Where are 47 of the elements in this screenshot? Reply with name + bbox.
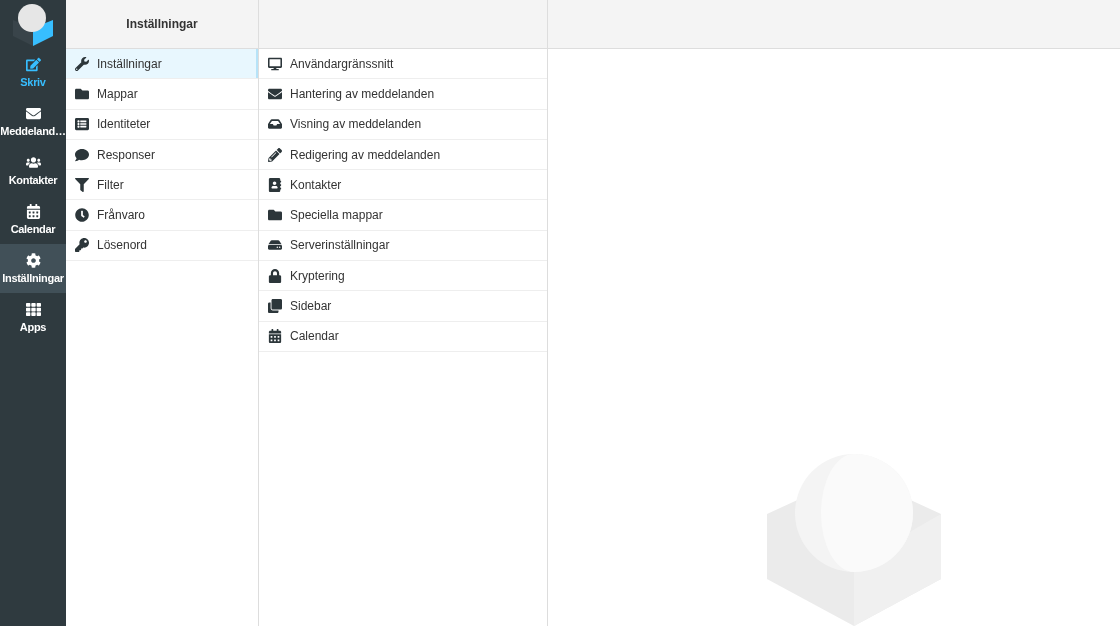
edit-icon — [25, 57, 41, 72]
settings-icon — [25, 253, 41, 268]
preference-item[interactable]: Användargränssnitt — [259, 49, 547, 80]
monitor-icon — [268, 56, 282, 71]
users-icon — [25, 155, 41, 170]
copy-icon — [268, 299, 282, 313]
preference-item[interactable]: Redigering av meddelanden — [259, 139, 547, 171]
settings-section-item[interactable]: Lösenord — [66, 230, 258, 262]
preference-item[interactable]: Kryptering — [259, 261, 547, 292]
settings-section-item[interactable]: Inställningar — [66, 49, 258, 80]
calendar-icon — [25, 204, 41, 219]
clock-icon — [75, 208, 89, 223]
inbox-icon — [268, 117, 282, 132]
nav-item[interactable]: Meddeland… — [0, 97, 66, 146]
preference-item[interactable]: Speciella mappar — [259, 200, 547, 231]
envelope-icon — [268, 86, 282, 101]
preference-item[interactable]: Hantering av meddelanden — [259, 79, 547, 110]
filter-icon — [75, 177, 89, 192]
envelope-icon — [25, 106, 41, 121]
nav-item[interactable]: Calendar — [0, 195, 66, 244]
speech-bubble-icon — [75, 147, 89, 162]
settings-section-item[interactable]: Filter — [66, 170, 258, 201]
nav-item[interactable]: Apps — [0, 293, 66, 342]
compose-button[interactable]: Skriv — [0, 48, 66, 97]
nav-item[interactable]: Inställningar — [0, 244, 66, 293]
preference-item[interactable]: Serverinställningar — [259, 230, 547, 262]
list-icon — [75, 117, 89, 132]
settings-section-item[interactable]: Identiteter — [66, 109, 258, 140]
settings-section-item[interactable]: Frånvaro — [66, 200, 258, 231]
key-icon — [75, 238, 89, 253]
folder-icon — [268, 208, 282, 223]
folder-icon — [75, 86, 89, 101]
lock-icon — [268, 268, 282, 283]
address-book-icon — [268, 177, 282, 192]
preference-item[interactable]: Visning av meddelanden — [259, 109, 547, 140]
settings-section-item[interactable]: Responser — [66, 139, 258, 171]
preference-item[interactable]: Kontakter — [259, 170, 547, 201]
pencil-icon — [268, 147, 282, 162]
calendar-icon — [268, 329, 282, 344]
nav-item[interactable]: Kontakter — [0, 146, 66, 195]
server-icon — [268, 238, 282, 253]
wrench-icon — [75, 56, 89, 71]
settings-section-item[interactable]: Mappar — [66, 79, 258, 110]
preference-item[interactable]: Calendar — [259, 321, 547, 352]
preference-item[interactable]: Sidebar — [259, 291, 547, 322]
column-title: Inställningar — [126, 17, 198, 31]
grid-icon — [25, 302, 41, 317]
